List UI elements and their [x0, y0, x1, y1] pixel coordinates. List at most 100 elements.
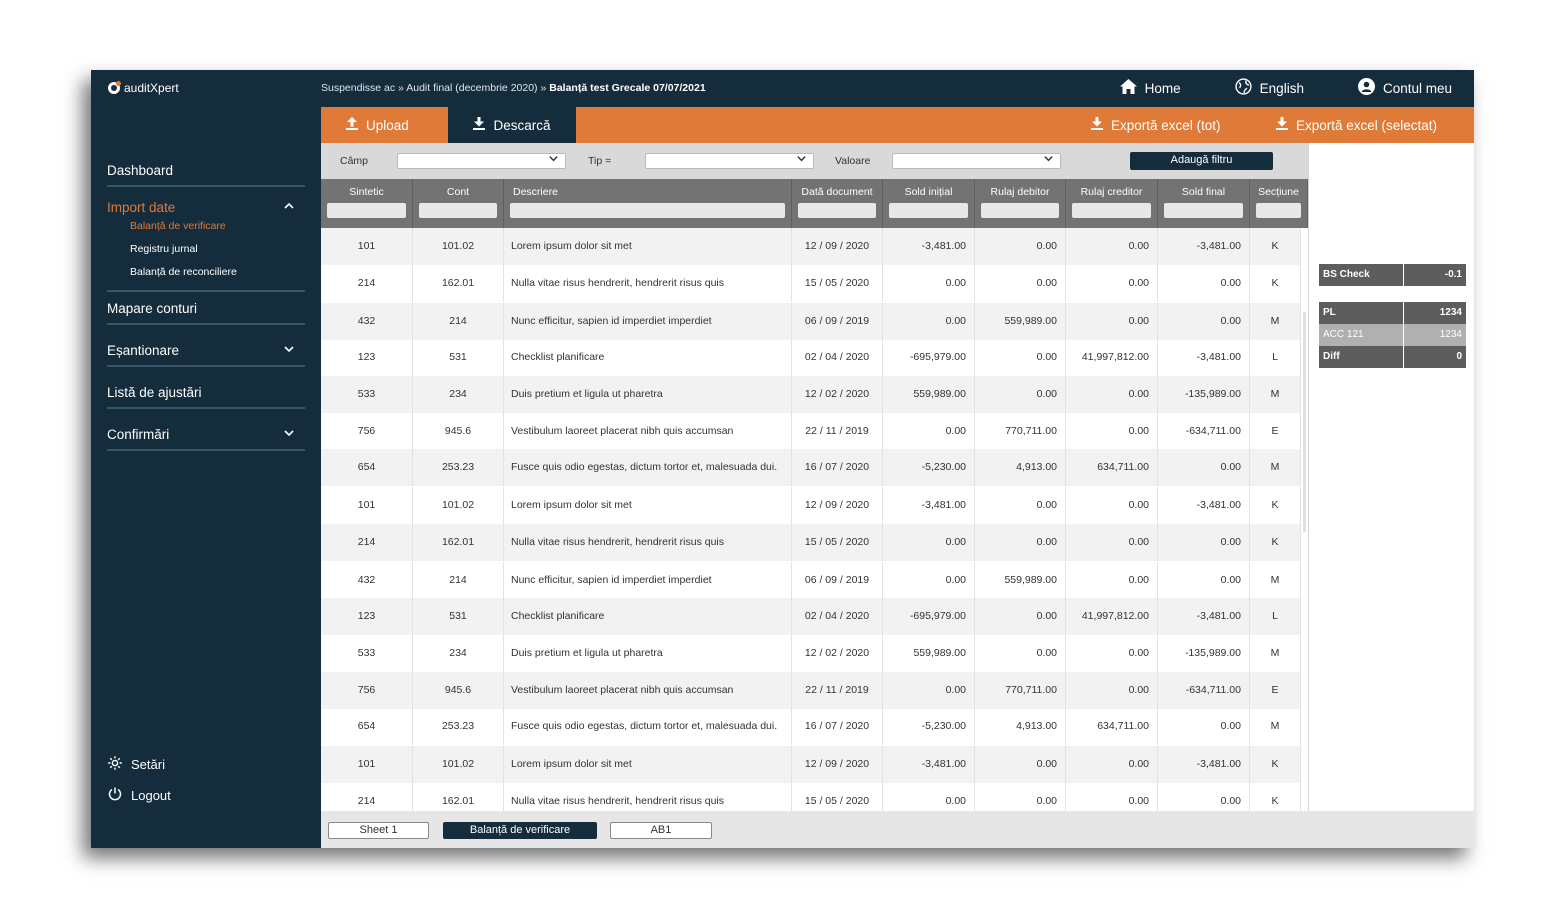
- cell-sintetic: 214: [321, 265, 413, 302]
- cell-sold-final: 0.00: [1158, 265, 1250, 302]
- sheet-tab-balance[interactable]: Balanță de verificare: [443, 822, 597, 839]
- cell-rulaj-debitor: 0.00: [975, 635, 1066, 672]
- export-selected-button[interactable]: Exportă excel (selectat): [1276, 107, 1437, 143]
- column-header-descriere[interactable]: Descriere: [504, 179, 792, 228]
- table-row[interactable]: 756 945.6 Vestibulum laoreet placerat nibh…: [321, 413, 1301, 450]
- sidebar-item-mapping[interactable]: Mapare conturi: [107, 295, 305, 325]
- language-selector[interactable]: English: [1235, 78, 1304, 98]
- table-row[interactable]: 432 214 Nunc efficitur, sapien id imperdie…: [321, 303, 1301, 340]
- cell-sold-initial: 0.00: [883, 562, 975, 599]
- column-header-sectiune[interactable]: Secțiune: [1250, 179, 1308, 228]
- table-row[interactable]: 123 531 Checklist planificare 02 / 04 / 202…: [321, 598, 1301, 635]
- column-header-rulaj-debitor[interactable]: Rulaj debitor: [975, 179, 1066, 228]
- column-filter-input[interactable]: [327, 203, 406, 218]
- sidebar-item-confirmations[interactable]: Confirmări: [107, 421, 305, 451]
- sidebar-item-label: Listă de ajustări: [107, 385, 202, 400]
- cell-rulaj-debitor: 0.00: [975, 524, 1066, 561]
- app-window: auditXpert Dashboard Import date Balanță…: [91, 70, 1474, 848]
- cell-data-document: 15 / 05 / 2020: [792, 524, 883, 561]
- table-row[interactable]: 756 945.6 Vestibulum laoreet placerat nibh…: [321, 672, 1301, 709]
- column-filter-input[interactable]: [419, 203, 497, 218]
- table-row[interactable]: 101 101.02 Lorem ipsum dolor sit met 12 / 0…: [321, 228, 1301, 265]
- home-link[interactable]: Home: [1119, 78, 1181, 98]
- column-header-cont[interactable]: Cont: [413, 179, 504, 228]
- settings-link[interactable]: Setări: [107, 755, 165, 774]
- logout-link[interactable]: Logout: [107, 786, 171, 805]
- acc121-value: 1234: [1404, 324, 1466, 346]
- sidebar-subitem-reconciliation[interactable]: Balanță de reconciliere: [130, 265, 237, 279]
- cell-rulaj-creditor: 0.00: [1066, 228, 1158, 265]
- type-select[interactable]: [645, 153, 814, 169]
- column-filter-input[interactable]: [1072, 203, 1151, 218]
- cell-sintetic: 756: [321, 413, 413, 450]
- table-row[interactable]: 432 214 Nunc efficitur, sapien id imperdie…: [321, 562, 1301, 599]
- field-select[interactable]: [397, 153, 566, 169]
- table-row[interactable]: 214 162.01 Nulla vitae risus hendrerit, he…: [321, 265, 1301, 302]
- chevron-down-icon[interactable]: [283, 337, 295, 365]
- cell-rulaj-creditor: 0.00: [1066, 413, 1158, 450]
- sheet-tab-sheet1[interactable]: Sheet 1: [328, 822, 429, 839]
- column-filter-input[interactable]: [1164, 203, 1243, 218]
- upload-icon: [346, 117, 358, 133]
- cell-sectiune: K: [1250, 228, 1301, 265]
- scrollbar-thumb[interactable]: [1303, 312, 1306, 532]
- column-header-sold-initial[interactable]: Sold inițial: [883, 179, 975, 228]
- language-label: English: [1259, 80, 1304, 96]
- chevron-down-icon[interactable]: [283, 421, 295, 449]
- export-all-button[interactable]: Exportă excel (tot): [1091, 107, 1221, 143]
- column-filter-input[interactable]: [1256, 203, 1301, 218]
- gear-icon: [107, 755, 123, 774]
- table-row[interactable]: 214 162.01 Nulla vitae risus hendrerit, he…: [321, 524, 1301, 561]
- column-filter-input[interactable]: [798, 203, 876, 218]
- table-scrollbar[interactable]: [1301, 228, 1308, 811]
- cell-sintetic: 432: [321, 562, 413, 599]
- table-row[interactable]: 654 253.23 Fusce quis odio egestas, dictum…: [321, 449, 1301, 486]
- cell-descriere: Lorem ipsum dolor sit met: [504, 487, 792, 524]
- column-header-data-document[interactable]: Dată document: [792, 179, 883, 228]
- column-filter-input[interactable]: [889, 203, 968, 218]
- table-row[interactable]: 533 234 Duis pretium et ligula ut pharetra…: [321, 376, 1301, 413]
- cell-sold-final: 0.00: [1158, 708, 1250, 745]
- table-row[interactable]: 123 531 Checklist planificare 02 / 04 / 202…: [321, 339, 1301, 376]
- cell-sold-initial: 0.00: [883, 303, 975, 340]
- breadcrumb[interactable]: Suspendisse ac » Audit final (decembrie …: [321, 82, 706, 94]
- column-filter-input[interactable]: [981, 203, 1059, 218]
- cell-cont: 253.23: [413, 708, 504, 745]
- sidebar-item-sampling[interactable]: Eșantionare: [107, 337, 305, 367]
- cell-sold-final: -3,481.00: [1158, 487, 1250, 524]
- cell-descriere: Duis pretium et ligula ut pharetra: [504, 376, 792, 413]
- column-header-rulaj-creditor[interactable]: Rulaj creditor: [1066, 179, 1158, 228]
- home-icon: [1119, 79, 1137, 97]
- sidebar-subitem-balance[interactable]: Balanță de verificare: [130, 219, 226, 233]
- sidebar-subitem-journal[interactable]: Registru jurnal: [130, 242, 198, 256]
- cell-sectiune: M: [1250, 303, 1301, 340]
- table-row[interactable]: 654 253.23 Fusce quis odio egestas, dictum…: [321, 708, 1301, 745]
- logo[interactable]: auditXpert: [108, 81, 179, 95]
- table-row[interactable]: 214 162.01 Nulla vitae risus hendrerit, he…: [321, 783, 1301, 811]
- download-button[interactable]: Descarcă: [448, 107, 576, 143]
- sidebar-item-import[interactable]: Import date Balanță de verificare Regist…: [107, 194, 305, 292]
- value-select[interactable]: [892, 153, 1061, 169]
- sheet-tabs: Sheet 1 Balanță de verificare AB1: [321, 811, 1474, 848]
- table-row[interactable]: 101 101.02 Lorem ipsum dolor sit met 12 / 0…: [321, 487, 1301, 524]
- sidebar-item-adjustments[interactable]: Listă de ajustări: [107, 379, 305, 409]
- column-filter-input[interactable]: [510, 203, 785, 218]
- upload-button[interactable]: Upload: [346, 107, 409, 143]
- add-filter-button[interactable]: Adaugă filtru: [1130, 152, 1273, 170]
- cell-sectiune: K: [1250, 265, 1301, 302]
- breadcrumb-path[interactable]: Suspendisse ac » Audit final (decembrie …: [321, 82, 549, 94]
- breadcrumb-current: Balanță test Grecale 07/07/2021: [549, 82, 706, 94]
- cell-sectiune: M: [1250, 635, 1301, 672]
- column-header-sintetic[interactable]: Sintetic: [321, 179, 413, 228]
- sheet-tab-ab1[interactable]: AB1: [610, 822, 712, 839]
- cell-sectiune: L: [1250, 339, 1301, 376]
- cell-sectiune: K: [1250, 783, 1301, 811]
- account-link[interactable]: Contul meu: [1357, 78, 1452, 98]
- cell-descriere: Fusce quis odio egestas, dictum tortor e…: [504, 708, 792, 745]
- cell-rulaj-creditor: 0.00: [1066, 265, 1158, 302]
- table-row[interactable]: 101 101.02 Lorem ipsum dolor sit met 12 / 0…: [321, 746, 1301, 783]
- sidebar-item-dashboard[interactable]: Dashboard: [107, 157, 305, 187]
- column-header-sold-final[interactable]: Sold final: [1158, 179, 1250, 228]
- table-row[interactable]: 533 234 Duis pretium et ligula ut pharetra…: [321, 635, 1301, 672]
- chevron-up-icon[interactable]: [283, 194, 295, 222]
